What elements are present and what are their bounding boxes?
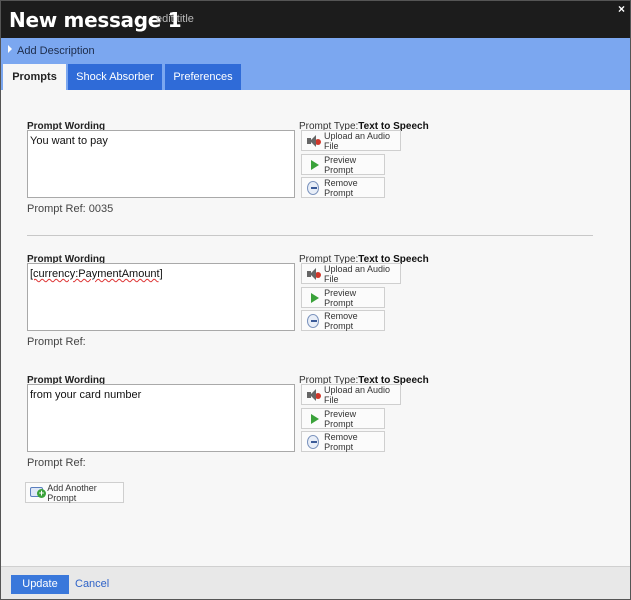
play-icon (307, 158, 320, 172)
add-another-prompt-button[interactable]: Add Another Prompt (25, 482, 124, 503)
preview-prompt-label: Preview Prompt (324, 408, 357, 429)
upload-audio-button[interactable]: Upload an Audio File (301, 263, 401, 284)
remove-prompt-button[interactable]: Remove Prompt (301, 431, 385, 452)
add-description-toggle[interactable]: Add Description (17, 45, 95, 57)
prompt-wording-input[interactable]: from your card number (27, 384, 295, 452)
tab-prompts[interactable]: Prompts (3, 64, 66, 90)
remove-prompt-button[interactable]: Remove Prompt (301, 310, 385, 331)
divider (27, 235, 593, 236)
preview-prompt-button[interactable]: Preview Prompt (301, 408, 385, 429)
prompts-panel: Prompt Wording You want to pay Prompt Re… (0, 90, 631, 566)
play-icon (307, 291, 320, 305)
remove-prompt-label: Remove Prompt (324, 310, 358, 331)
preview-prompt-button[interactable]: Preview Prompt (301, 154, 385, 175)
prompt-wording-input[interactable]: You want to pay (27, 130, 295, 198)
preview-prompt-button[interactable]: Preview Prompt (301, 287, 385, 308)
cancel-link[interactable]: Cancel (75, 578, 109, 590)
close-icon[interactable]: × (618, 2, 625, 16)
remove-prompt-button[interactable]: Remove Prompt (301, 177, 385, 198)
footer-bar: Update Cancel (0, 566, 631, 600)
prompt-ref: Prompt Ref: 0035 (27, 203, 114, 215)
prompt-ref: Prompt Ref: (27, 457, 86, 469)
tab-shock-absorber[interactable]: Shock Absorber (68, 64, 162, 90)
remove-prompt-label: Remove Prompt (324, 431, 358, 452)
remove-icon (307, 313, 320, 328)
upload-audio-button[interactable]: Upload an Audio File (301, 384, 401, 405)
edit-title-link[interactable]: edit title (156, 13, 194, 25)
play-icon (307, 412, 320, 426)
remove-icon (307, 434, 320, 449)
speaker-icon (307, 267, 321, 281)
preview-prompt-label: Preview Prompt (324, 154, 357, 175)
prompt-ref: Prompt Ref: (27, 336, 86, 348)
remove-icon (307, 180, 320, 195)
tab-preferences[interactable]: Preferences (165, 64, 241, 90)
upload-audio-button[interactable]: Upload an Audio File (301, 130, 401, 151)
speaker-icon (307, 388, 321, 402)
prompt-wording-text: [currency:PaymentAmount] (30, 268, 163, 280)
add-another-prompt-label: Add Another Prompt (47, 482, 97, 503)
upload-audio-label: Upload an Audio File (323, 130, 391, 151)
upload-audio-label: Upload an Audio File (323, 384, 391, 405)
upload-audio-label: Upload an Audio File (323, 263, 391, 284)
prompt-wording-input[interactable]: [currency:PaymentAmount] (27, 263, 295, 331)
preview-prompt-label: Preview Prompt (324, 287, 357, 308)
caret-right-icon[interactable] (8, 45, 12, 53)
remove-prompt-label: Remove Prompt (324, 177, 358, 198)
add-prompt-icon (30, 486, 47, 500)
speaker-icon (307, 134, 321, 148)
title-bar: New message 1 edit title × (0, 0, 631, 38)
update-button[interactable]: Update (11, 575, 69, 594)
